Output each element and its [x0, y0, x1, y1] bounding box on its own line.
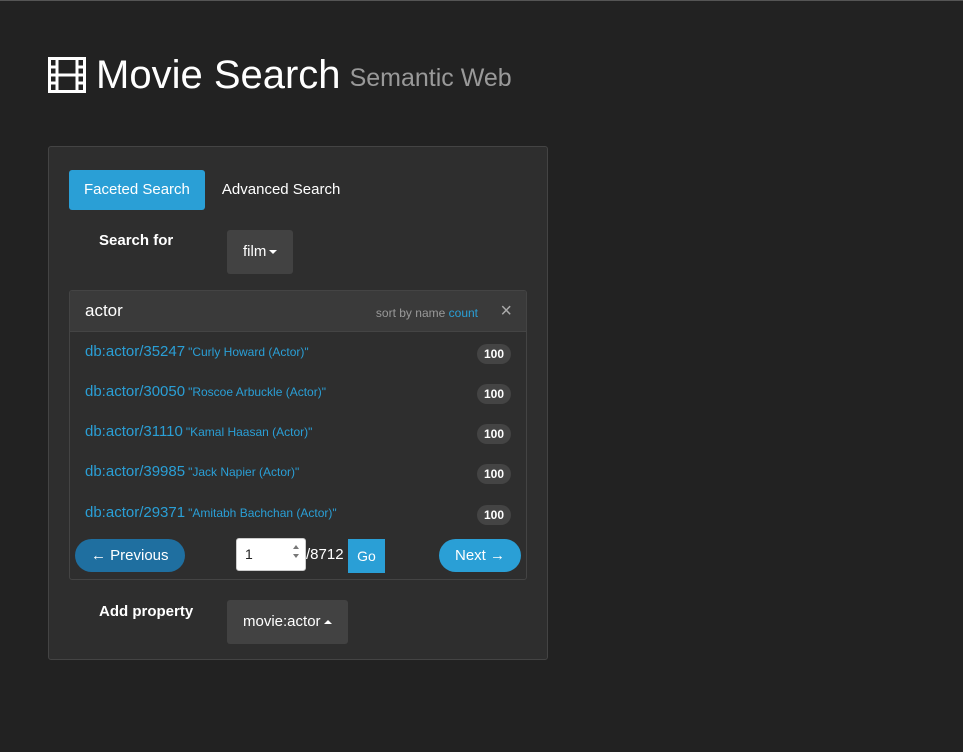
- list-item[interactable]: db:actor/31110 "Kamal Haasan (Actor)" 100: [85, 423, 511, 447]
- tab-advanced-search[interactable]: Advanced Search: [207, 170, 355, 210]
- page-number-input[interactable]: 1: [236, 538, 306, 571]
- search-for-value: film: [243, 243, 267, 260]
- count-badge: 100: [476, 424, 511, 444]
- pagination: ← Previous 1 /8712 Go Next →: [75, 538, 521, 573]
- add-property-dropdown[interactable]: movie:actor: [227, 600, 348, 644]
- list-item[interactable]: db:actor/35247 "Curly Howard (Actor)" 100: [85, 343, 511, 367]
- film-icon: [48, 57, 86, 93]
- page-total: /8712: [306, 546, 344, 563]
- actor-id-link[interactable]: db:actor/39985: [85, 463, 185, 480]
- close-icon[interactable]: ×: [500, 300, 512, 322]
- actor-name: "Amitabh Bachchan (Actor)": [188, 506, 337, 520]
- actor-id-link[interactable]: db:actor/30050: [85, 383, 185, 400]
- go-button[interactable]: Go: [348, 539, 385, 573]
- page-subtitle: Semantic Web: [349, 63, 512, 92]
- previous-button[interactable]: ← Previous: [75, 539, 185, 572]
- page-header: Movie Search Semantic Web: [48, 50, 512, 100]
- facet-header: actor sort by name count ×: [70, 291, 526, 332]
- count-badge: 100: [476, 384, 511, 404]
- search-for-dropdown[interactable]: film: [227, 230, 294, 274]
- search-tabs: Faceted Search Advanced Search: [69, 170, 355, 210]
- caret-down-icon: [269, 250, 278, 255]
- search-panel: Faceted Search Advanced Search Search fo…: [48, 146, 548, 660]
- count-badge: 100: [476, 505, 511, 525]
- stepper-icon[interactable]: [292, 545, 300, 563]
- list-item[interactable]: db:actor/30050 "Roscoe Arbuckle (Actor)" …: [85, 383, 511, 407]
- list-item[interactable]: db:actor/29371 "Amitabh Bachchan (Actor)"…: [85, 504, 511, 528]
- actor-id-link[interactable]: db:actor/35247: [85, 343, 185, 360]
- tab-faceted-search[interactable]: Faceted Search: [69, 170, 205, 210]
- list-item[interactable]: db:actor/39985 "Jack Napier (Actor)" 100: [85, 463, 511, 487]
- page-title: Movie Search: [96, 53, 341, 97]
- count-badge: 100: [476, 464, 511, 484]
- actor-id-link[interactable]: db:actor/29371: [85, 504, 185, 521]
- facet-title: actor: [85, 301, 123, 320]
- sort-options: sort by name count: [376, 306, 478, 320]
- add-property-value: movie:actor: [243, 613, 321, 630]
- add-property-label: Add property: [99, 603, 194, 620]
- sort-by-name[interactable]: sort by name: [376, 306, 445, 320]
- next-button[interactable]: Next →: [438, 539, 521, 572]
- actor-name: "Curly Howard (Actor)": [188, 345, 309, 359]
- actor-name: "Kamal Haasan (Actor)": [185, 425, 313, 439]
- caret-up-icon: [323, 620, 332, 625]
- sort-by-count[interactable]: count: [449, 306, 478, 320]
- count-badge: 100: [476, 344, 511, 364]
- search-for-label: Search for: [99, 232, 174, 249]
- top-border: [0, 0, 963, 1]
- page-number-value: 1: [245, 546, 253, 562]
- actor-name: "Jack Napier (Actor)": [188, 465, 300, 479]
- actor-name: "Roscoe Arbuckle (Actor)": [188, 385, 326, 399]
- actor-id-link[interactable]: db:actor/31110: [85, 423, 183, 440]
- facet-box: actor sort by name count × db:actor/3524…: [69, 290, 527, 580]
